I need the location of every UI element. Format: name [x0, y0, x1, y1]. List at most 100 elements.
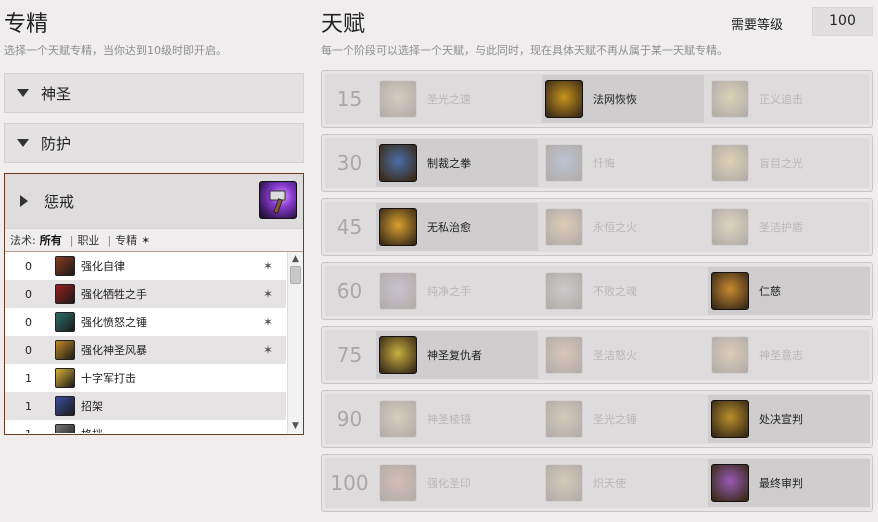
- tier-level: 90: [336, 407, 363, 431]
- talent-title: 天赋: [321, 12, 366, 37]
- talent-tier: 45 无私治愈 永恒之火 圣洁护盾: [321, 198, 873, 256]
- talent-option[interactable]: 最终审判: [708, 459, 870, 507]
- spell-row[interactable]: 0 强化自律 ✶: [5, 252, 286, 280]
- talent-name: 炽天使: [593, 477, 626, 490]
- scroll-up-icon[interactable]: ▲: [292, 254, 299, 264]
- spec-row-protection[interactable]: 防护: [4, 123, 304, 163]
- talent-option[interactable]: 圣光之速: [376, 75, 538, 123]
- spec-subtitle: 选择一个天赋专精，当你达到10级时即开启。: [4, 44, 227, 57]
- talent-icon: [711, 336, 749, 374]
- talent-option[interactable]: 神圣棱镜: [376, 395, 538, 443]
- spec-row-retribution[interactable]: 惩戒: [5, 174, 303, 228]
- talent-option[interactable]: 仁慈: [708, 267, 870, 315]
- talent-option[interactable]: 炽天使: [542, 459, 704, 507]
- talent-name: 神圣棱镜: [427, 413, 471, 426]
- spell-list-scrollbar[interactable]: ▲ ▼: [287, 252, 303, 433]
- talent-icon: [379, 272, 417, 310]
- spec-star-icon: ✶: [263, 315, 274, 329]
- filter-class[interactable]: 职业: [77, 232, 99, 248]
- spec-star-icon: ✶: [263, 343, 274, 357]
- spec-title: 专精: [4, 12, 49, 37]
- filter-separator: |: [69, 233, 74, 247]
- talent-option[interactable]: 制裁之拳: [376, 139, 538, 187]
- talent-icon: [379, 464, 417, 502]
- spell-list[interactable]: 0强化自律✶0强化牺牲之手✶0强化愤怒之锤✶0强化神圣风暴✶1十字军打击1招架1…: [5, 252, 303, 433]
- talent-option[interactable]: 永恒之火: [542, 203, 704, 251]
- tier-level: 45: [336, 215, 363, 239]
- scroll-down-icon[interactable]: ▼: [292, 421, 299, 431]
- talent-option[interactable]: 忏悔: [542, 139, 704, 187]
- spell-level: 0: [25, 287, 32, 301]
- spec-label: 神圣: [41, 84, 72, 103]
- talent-icon: [545, 464, 583, 502]
- talent-option[interactable]: 法网恢恢: [542, 75, 704, 123]
- talent-icon: [545, 80, 583, 118]
- talent-option[interactable]: 不败之魂: [542, 267, 704, 315]
- spell-row[interactable]: 0 强化神圣风暴 ✶: [5, 336, 286, 364]
- spell-icon: [55, 396, 75, 416]
- talent-option[interactable]: 正义追击: [708, 75, 870, 123]
- talent-icon: [379, 80, 417, 118]
- spell-icon: [55, 312, 75, 332]
- spell-icon: [55, 256, 75, 276]
- talent-option[interactable]: 神圣意志: [708, 331, 870, 379]
- talent-option[interactable]: 盲目之光: [708, 139, 870, 187]
- talent-name: 神圣复仇者: [427, 349, 482, 362]
- retribution-hammer-icon: [259, 181, 297, 219]
- talent-icon: [379, 144, 417, 182]
- talent-option[interactable]: 圣光之锤: [542, 395, 704, 443]
- spell-row[interactable]: 0 强化牺牲之手 ✶: [5, 280, 286, 308]
- spec-star-icon: ✶: [263, 259, 274, 273]
- tier-level: 100: [330, 471, 369, 495]
- talent-name: 神圣意志: [759, 349, 803, 362]
- talent-option[interactable]: 纯净之手: [376, 267, 538, 315]
- talent-option[interactable]: 圣洁怒火: [542, 331, 704, 379]
- spell-icon: [55, 368, 75, 388]
- talent-name: 正义追击: [759, 93, 803, 106]
- talent-option[interactable]: 处决宣判: [708, 395, 870, 443]
- talent-name: 强化圣印: [427, 477, 471, 490]
- talent-option[interactable]: 圣洁护盾: [708, 203, 870, 251]
- spell-name: 强化牺牲之手: [81, 288, 147, 301]
- spell-name: 强化愤怒之锤: [81, 316, 147, 329]
- talent-icon: [545, 336, 583, 374]
- talent-option[interactable]: 强化圣印: [376, 459, 538, 507]
- talent-name: 纯净之手: [427, 285, 471, 298]
- talent-icon: [379, 208, 417, 246]
- talent-name: 盲目之光: [759, 157, 803, 170]
- filter-all[interactable]: 所有: [40, 232, 62, 248]
- filter-spec[interactable]: 专精: [115, 232, 137, 248]
- talent-option[interactable]: 神圣复仇者: [376, 331, 538, 379]
- tier-level: 15: [336, 87, 363, 111]
- spell-level: 0: [25, 315, 32, 329]
- spell-row[interactable]: 1 格挡: [5, 420, 286, 433]
- spell-row[interactable]: 1 十字军打击: [5, 364, 286, 392]
- talent-tier: 90 神圣棱镜 圣光之锤 处决宣判: [321, 390, 873, 448]
- spell-name: 十字军打击: [81, 372, 136, 385]
- spell-level: 1: [25, 399, 32, 413]
- talent-tier: 60 纯净之手 不败之魂 仁慈: [321, 262, 873, 320]
- talent-icon: [379, 400, 417, 438]
- talent-name: 制裁之拳: [427, 157, 471, 170]
- spell-row[interactable]: 1 招架: [5, 392, 286, 420]
- tier-level: 75: [336, 343, 363, 367]
- talent-option[interactable]: 无私治愈: [376, 203, 538, 251]
- talent-icon: [545, 208, 583, 246]
- talent-name: 圣洁护盾: [759, 221, 803, 234]
- spec-star-icon: ✶: [263, 287, 274, 301]
- spell-level: 1: [25, 371, 32, 385]
- tier-level: 60: [336, 279, 363, 303]
- spell-name: 招架: [81, 400, 103, 413]
- talent-panel: 天赋 每一个阶段可以选择一个天赋，与此同时，现在具体天赋不再从属于某一天赋专精。…: [321, 0, 878, 522]
- talent-icon: [711, 80, 749, 118]
- talent-name: 无私治愈: [427, 221, 471, 234]
- scroll-thumb[interactable]: [290, 266, 301, 284]
- spell-name: 强化神圣风暴: [81, 344, 147, 357]
- filter-separator: |: [107, 233, 112, 247]
- talent-tier: 30 制裁之拳 忏悔 盲目之光: [321, 134, 873, 192]
- spell-row[interactable]: 0 强化愤怒之锤 ✶: [5, 308, 286, 336]
- talent-icon: [711, 464, 749, 502]
- spec-row-holy[interactable]: 神圣: [4, 73, 304, 113]
- talent-icon: [545, 400, 583, 438]
- spell-level: 0: [25, 343, 32, 357]
